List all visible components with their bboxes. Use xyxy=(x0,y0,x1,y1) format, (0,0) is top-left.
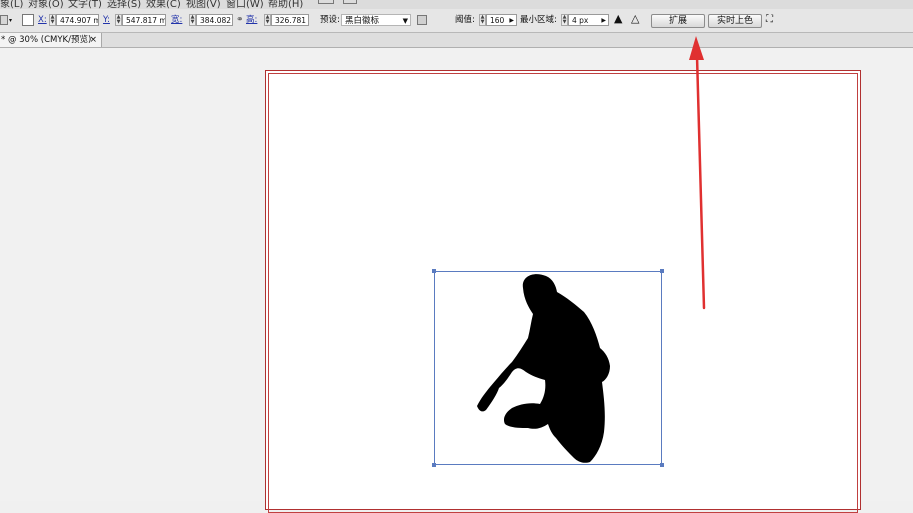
annotation-arrow xyxy=(689,36,706,310)
jumping-person-silhouette[interactable] xyxy=(477,274,610,463)
canvas-overlay xyxy=(477,36,706,463)
